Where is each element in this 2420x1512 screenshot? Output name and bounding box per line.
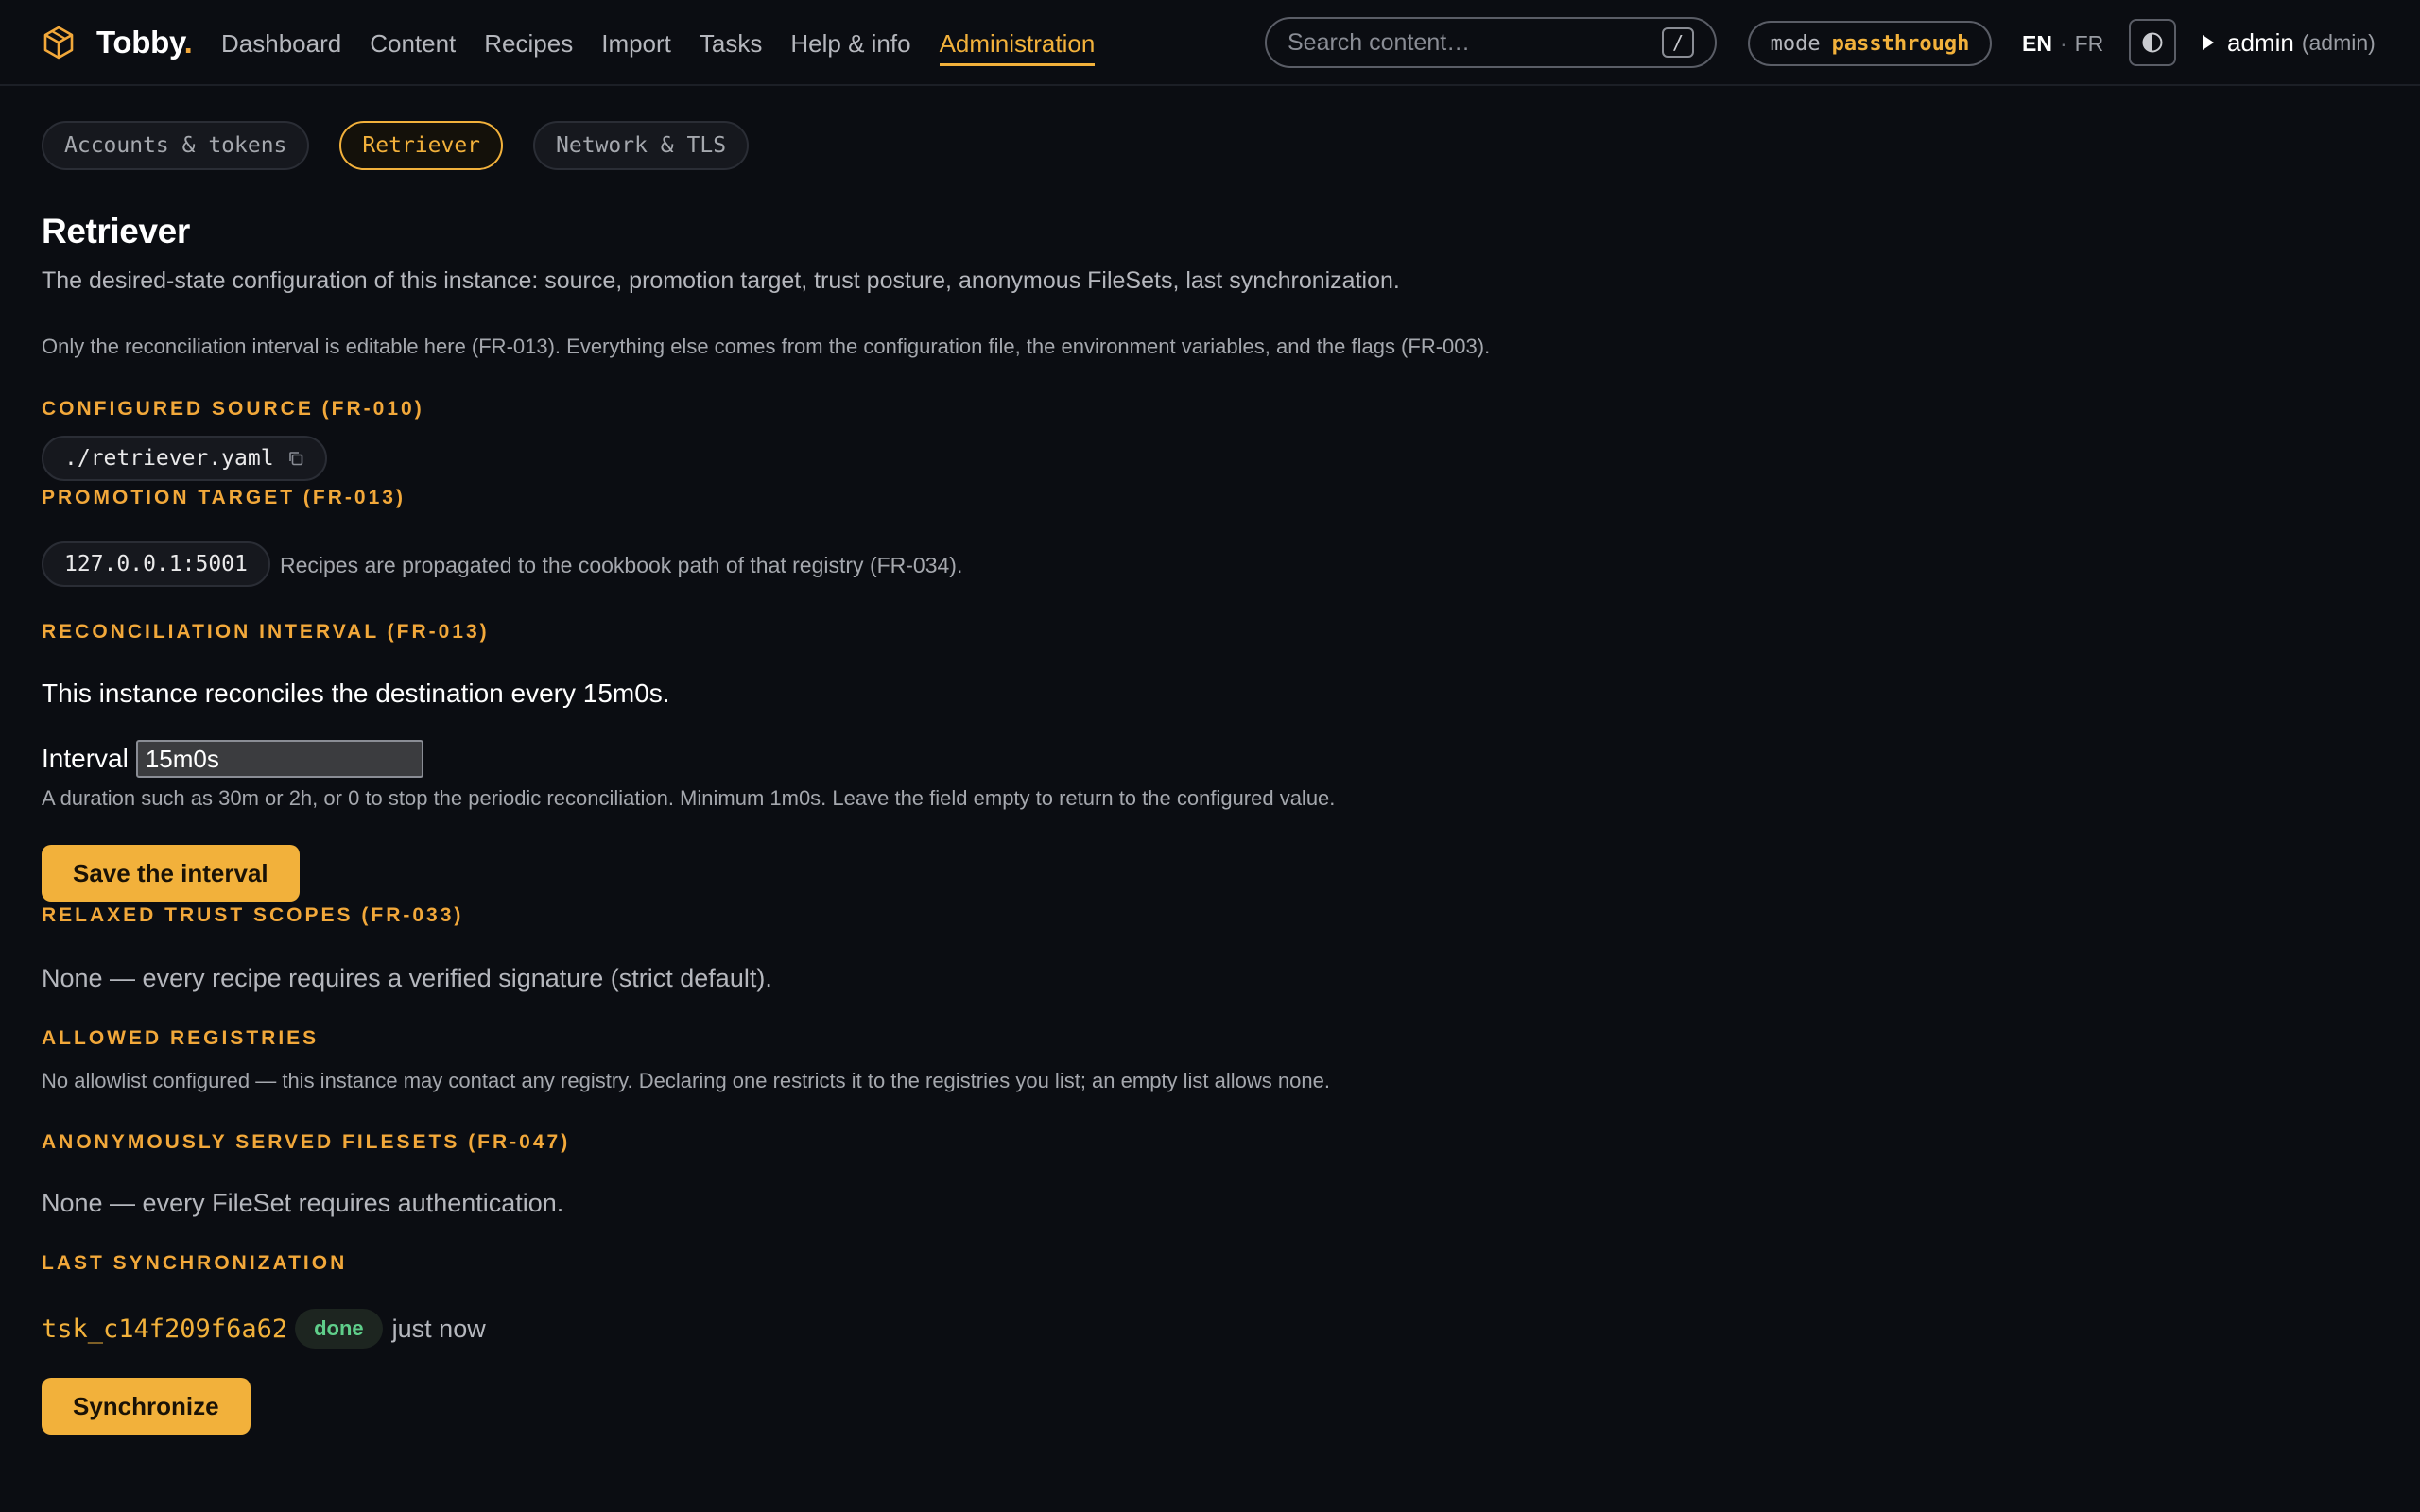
language-separator: · [2059,30,2067,56]
sync-task-link[interactable]: tsk_c14f209f6a62 [42,1314,287,1344]
relaxed-trust-scopes-heading: Relaxed trust scopes (FR-033) [42,904,464,926]
configured-source-heading: Configured source (FR-010) [42,398,424,420]
page-description: The desired-state configuration of this … [42,267,1400,294]
interval-input[interactable] [135,740,424,778]
page-title: Retriever [42,212,190,250]
package-cube-icon [43,26,74,60]
brand-name: Tobby. [96,25,193,60]
contrast-icon [2142,32,2163,53]
nav-import[interactable]: Import [601,23,671,64]
top-bar: Tobby. Dashboard Content Recipes Import … [0,0,2420,86]
user-menu[interactable]: admin (admin) [2203,25,2376,60]
promotion-target-value: 127.0.0.1:5001 [64,552,248,576]
sync-time: just now [391,1314,486,1343]
status-badge: done [295,1309,383,1349]
search-shortcut-key: / [1662,27,1694,58]
brand[interactable]: Tobby. [40,23,193,62]
nav-administration[interactable]: Administration [939,23,1095,66]
mode-indicator: mode passthrough [1748,21,1992,66]
anonymous-filesets-heading: Anonymously served FileSets (FR-047) [42,1131,571,1153]
mode-value: passthrough [1831,31,1970,56]
language-switcher: EN · FR [2022,26,2103,60]
search-input[interactable] [1288,28,1662,57]
reconciliation-interval-heading: Reconciliation interval (FR-013) [42,621,490,643]
nav-recipes[interactable]: Recipes [484,23,573,64]
last-synchronization-row: tsk_c14f209f6a62 done just now [42,1308,486,1349]
admin-subtabs: Accounts & tokens Retriever Network & TL… [42,121,779,170]
theme-toggle-button[interactable] [2129,19,2176,66]
last-synchronization-heading: Last synchronization [42,1252,348,1274]
language-en[interactable]: EN [2022,31,2052,57]
interval-help-text: A duration such as 30m or 2h, or 0 to st… [42,786,1336,810]
reconciliation-summary: This instance reconciles the destination… [42,679,670,708]
allowed-registries-text: No allowlist configured — this instance … [42,1069,1330,1092]
user-name: admin [2227,27,2294,57]
nav-help-info[interactable]: Help & info [790,23,910,64]
interval-row: Interval [42,740,424,778]
synchronize-button[interactable]: Synchronize [42,1378,251,1435]
interval-label: Interval [42,744,129,773]
nav-tasks[interactable]: Tasks [700,23,762,64]
nav-content[interactable]: Content [370,23,456,64]
search-box: / [1265,17,1717,68]
main-nav: Dashboard Content Recipes Import Tasks H… [221,0,1123,86]
allowed-registries-heading: Allowed registries [42,1027,320,1049]
promotion-target-chip: 127.0.0.1:5001 [42,541,270,587]
promotion-target-note: Recipes are propagated to the cookbook p… [280,553,963,577]
configured-source-chip: ./retriever.yaml [42,436,327,481]
nav-dashboard[interactable]: Dashboard [221,23,341,64]
anonymous-filesets-text: None — every FileSet requires authentica… [42,1189,564,1217]
relaxed-trust-scopes-text: None — every recipe requires a verified … [42,964,772,992]
copy-icon[interactable] [287,450,304,467]
subtab-retriever[interactable]: Retriever [339,121,504,170]
caret-right-icon [2203,35,2214,50]
language-fr[interactable]: FR [2075,31,2104,57]
promotion-target-heading: Promotion target (FR-013) [42,487,406,508]
configured-source-value: ./retriever.yaml [64,446,274,471]
subtab-accounts-tokens[interactable]: Accounts & tokens [42,121,310,170]
subtab-network-tls[interactable]: Network & TLS [533,121,750,170]
mode-label: mode [1770,31,1821,56]
user-role: (admin) [2301,29,2376,55]
editability-note: Only the reconciliation interval is edit… [42,335,1491,358]
save-interval-button[interactable]: Save the interval [42,845,300,902]
